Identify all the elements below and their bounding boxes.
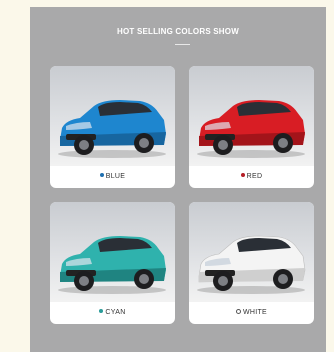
color-card-blue[interactable]: BLUE [50,66,175,188]
colors-panel: HOT SELLING COLORS SHOW BLUE RED CYAN WH… [30,7,326,352]
color-label-red: RED [189,173,314,180]
car-image [197,235,306,294]
color-card-white[interactable]: WHITE [189,202,314,324]
color-card-cyan[interactable]: CYAN [50,202,175,324]
car-image [58,100,166,158]
car-photo-blue [50,66,175,166]
color-dot [235,308,241,314]
title-underline [175,44,190,45]
color-label-white: WHITE [189,308,314,316]
color-card-red[interactable]: RED [189,66,314,188]
color-label-cyan: CYAN [50,309,175,316]
color-dot [99,173,104,178]
car-photo-red [189,66,314,166]
color-dot [99,309,104,314]
car-photo-white [189,202,314,302]
car-photo-cyan [50,202,175,302]
color-label-blue: BLUE [50,173,175,180]
car-image [197,100,305,158]
color-dot [240,173,245,178]
section-title: HOT SELLING COLORS SHOW [117,27,239,36]
car-image [58,236,166,294]
